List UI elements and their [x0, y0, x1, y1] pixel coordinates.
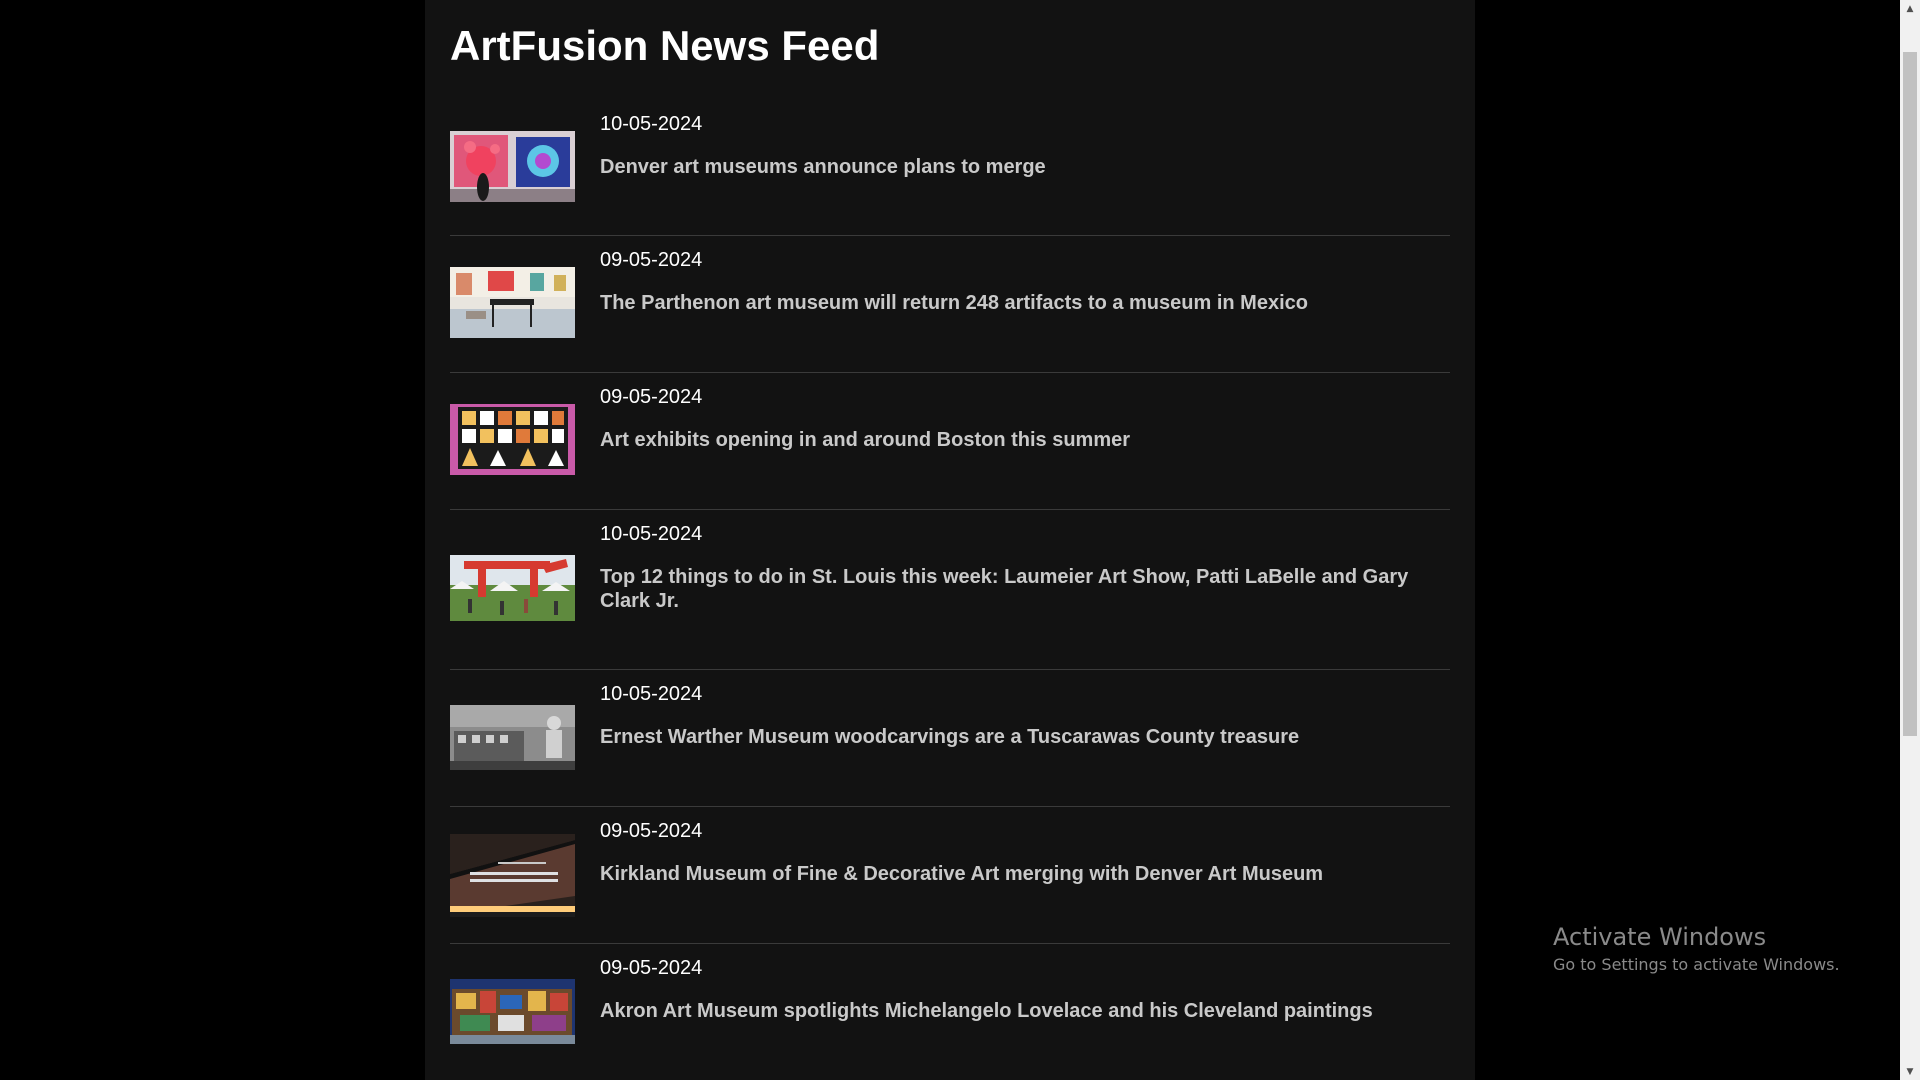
- scroll-up-arrow-icon[interactable]: ▲: [1900, 0, 1920, 17]
- news-headline-link[interactable]: Ernest Warther Museum woodcarvings are a…: [600, 725, 1440, 749]
- news-date: 10-05-2024: [600, 683, 703, 705]
- museum-sign-photo-icon[interactable]: [450, 834, 575, 917]
- quilt-artwork-photo-icon[interactable]: [450, 404, 575, 475]
- news-headline-link[interactable]: Kirkland Museum of Fine & Decorative Art…: [600, 862, 1440, 886]
- news-date: 10-05-2024: [600, 523, 703, 545]
- scrollbar-thumb[interactable]: [1903, 52, 1917, 736]
- news-item: 10-05-2024 Denver art museums announce p…: [450, 100, 1450, 236]
- news-headline-link[interactable]: Art exhibits opening in and around Bosto…: [600, 428, 1440, 452]
- watermark-title: Activate Windows: [1553, 923, 1767, 951]
- activation-watermark: Activate Windows Go to Settings to activ…: [1553, 922, 1840, 976]
- news-item: 10-05-2024 Top 12 things to do in St. Lo…: [450, 510, 1450, 670]
- news-item: 09-05-2024 The Parthenon art museum will…: [450, 236, 1450, 373]
- page-title: ArtFusion News Feed: [450, 22, 880, 69]
- vertical-scrollbar[interactable]: ▲ ▼: [1900, 0, 1920, 1080]
- news-headline-link[interactable]: Denver art museums announce plans to mer…: [600, 155, 1440, 179]
- museum-room-photo-icon[interactable]: [450, 267, 575, 338]
- city-painting-photo-icon[interactable]: [450, 979, 575, 1044]
- news-date: 09-05-2024: [600, 820, 703, 842]
- news-date: 09-05-2024: [600, 386, 703, 408]
- page: ArtFusion News Feed 10-05-2024 Denver ar…: [0, 0, 1920, 1080]
- news-date: 09-05-2024: [600, 249, 703, 271]
- news-item: 09-05-2024 Kirkland Museum of Fine & Dec…: [450, 807, 1450, 944]
- news-date: 10-05-2024: [600, 113, 703, 135]
- scroll-down-arrow-icon[interactable]: ▼: [1900, 1063, 1920, 1080]
- news-headline-link[interactable]: Akron Art Museum spotlights Michelangelo…: [600, 999, 1440, 1023]
- news-feed-container: ArtFusion News Feed 10-05-2024 Denver ar…: [425, 0, 1475, 1080]
- news-date: 09-05-2024: [600, 957, 703, 979]
- art-gallery-photo-icon[interactable]: [450, 131, 575, 202]
- news-item: 10-05-2024 Ernest Warther Museum woodcar…: [450, 670, 1450, 807]
- watermark-subtitle: Go to Settings to activate Windows.: [1553, 955, 1840, 974]
- news-item: 09-05-2024 Akron Art Museum spotlights M…: [450, 944, 1450, 1080]
- news-list: 10-05-2024 Denver art museums announce p…: [450, 100, 1450, 1080]
- woodcarver-photo-icon[interactable]: [450, 705, 575, 770]
- news-headline-link[interactable]: Top 12 things to do in St. Louis this we…: [600, 565, 1440, 613]
- outdoor-sculpture-photo-icon[interactable]: [450, 555, 575, 621]
- news-item: 09-05-2024 Art exhibits opening in and a…: [450, 373, 1450, 510]
- news-headline-link[interactable]: The Parthenon art museum will return 248…: [600, 291, 1440, 315]
